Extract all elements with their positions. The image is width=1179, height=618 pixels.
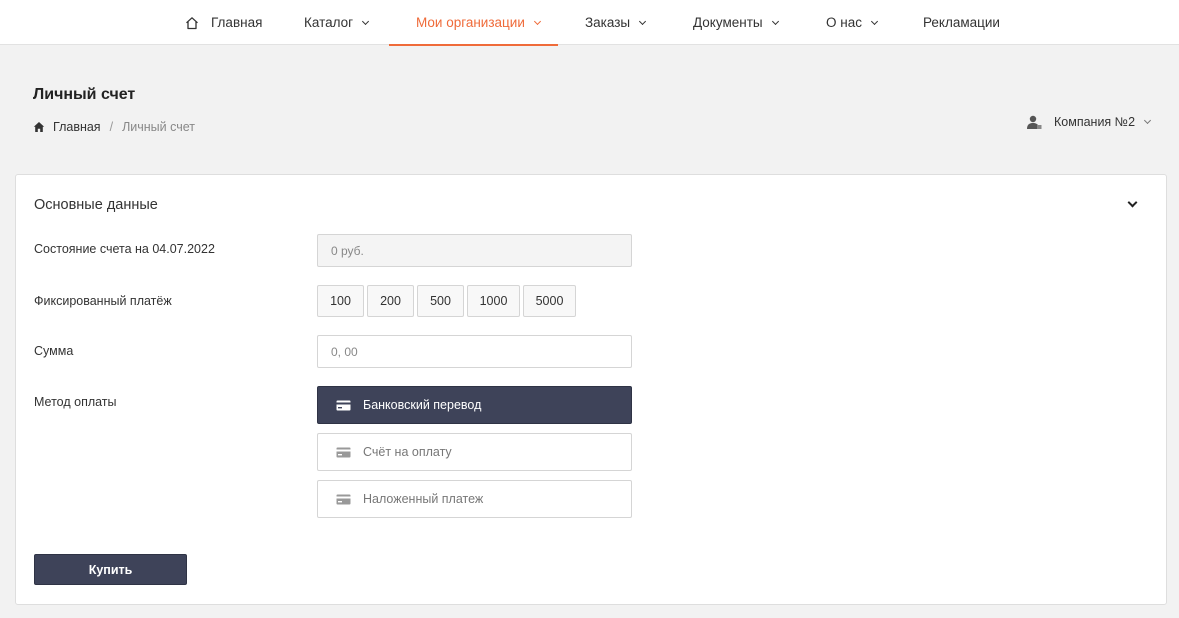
nav-item-catalog[interactable]: Каталог [304, 0, 370, 45]
chevron-down-icon [870, 17, 879, 25]
balance-field: 0 руб. [317, 234, 632, 267]
chevron-down-icon [771, 17, 779, 25]
credit-card-icon [336, 400, 351, 410]
payment-option-bank-transfer[interactable]: Банковский перевод [317, 386, 632, 424]
breadcrumb-home-link[interactable]: Главная [53, 120, 101, 134]
breadcrumb-current: Личный счет [122, 120, 195, 134]
amount-button-1000[interactable]: 1000 [467, 285, 520, 317]
payment-option-label: Счёт на оплату [363, 445, 452, 459]
payment-option-invoice[interactable]: Счёт на оплату [317, 433, 632, 471]
chevron-down-icon [1127, 197, 1138, 208]
chevron-down-icon [1144, 116, 1152, 125]
fixed-payment-label: Фиксированный платёж [34, 294, 172, 308]
user-icon [1027, 115, 1042, 129]
nav-label: Заказы [585, 15, 631, 30]
nav-item-orders[interactable]: Заказы [585, 0, 647, 45]
chevron-down-icon [639, 17, 647, 25]
home-icon [33, 122, 45, 132]
company-selector[interactable]: Компания №2 [1026, 114, 1152, 130]
nav-item-my-organizations[interactable]: Мои организации [389, 0, 558, 46]
nav-item-complaints[interactable]: Рекламации [923, 0, 1000, 45]
top-navigation: Главная Каталог Мои организации Заказы Д… [0, 0, 1179, 46]
nav-item-documents[interactable]: Документы [693, 0, 779, 45]
credit-card-icon [336, 447, 351, 457]
page-title: Личный счет [33, 86, 136, 103]
amount-button-500[interactable]: 500 [417, 285, 464, 317]
nav-label: Главная [211, 15, 263, 30]
amount-button-5000[interactable]: 5000 [523, 285, 576, 317]
sum-field [317, 335, 632, 368]
card-title: Основные данные [34, 197, 158, 213]
main-data-card: Основные данные Состояние счета на 04.07… [15, 174, 1167, 605]
chevron-down-icon [362, 17, 370, 25]
credit-card-icon [336, 494, 351, 504]
sum-label: Сумма [34, 344, 74, 358]
nav-item-about[interactable]: О нас [826, 0, 879, 45]
nav-label: Документы [693, 15, 763, 30]
breadcrumb-separator: / [109, 120, 114, 134]
payment-option-cash-on-delivery[interactable]: Наложенный платеж [317, 480, 632, 518]
nav-label: Каталог [304, 15, 354, 30]
amount-button-200[interactable]: 200 [367, 285, 414, 317]
payment-option-label: Наложенный платеж [363, 492, 484, 506]
payment-method-label: Метод оплаты [34, 395, 117, 409]
sum-input[interactable] [331, 344, 631, 359]
home-icon [186, 16, 198, 29]
nav-label: О нас [826, 15, 862, 30]
buy-button[interactable]: Купить [34, 554, 187, 585]
balance-label: Состояние счета на 04.07.2022 [34, 242, 215, 256]
amount-button-100[interactable]: 100 [317, 285, 364, 317]
breadcrumb: Главная / Личный счет [33, 120, 195, 134]
payment-option-label: Банковский перевод [363, 398, 482, 412]
balance-value: 0 руб. [331, 243, 364, 258]
nav-label: Мои организации [416, 15, 525, 30]
chevron-down-icon [533, 17, 541, 25]
nav-label: Рекламации [923, 15, 1000, 30]
nav-item-home[interactable]: Главная [185, 0, 262, 45]
collapse-toggle[interactable] [1126, 197, 1140, 211]
company-name: Компания №2 [1054, 115, 1136, 129]
